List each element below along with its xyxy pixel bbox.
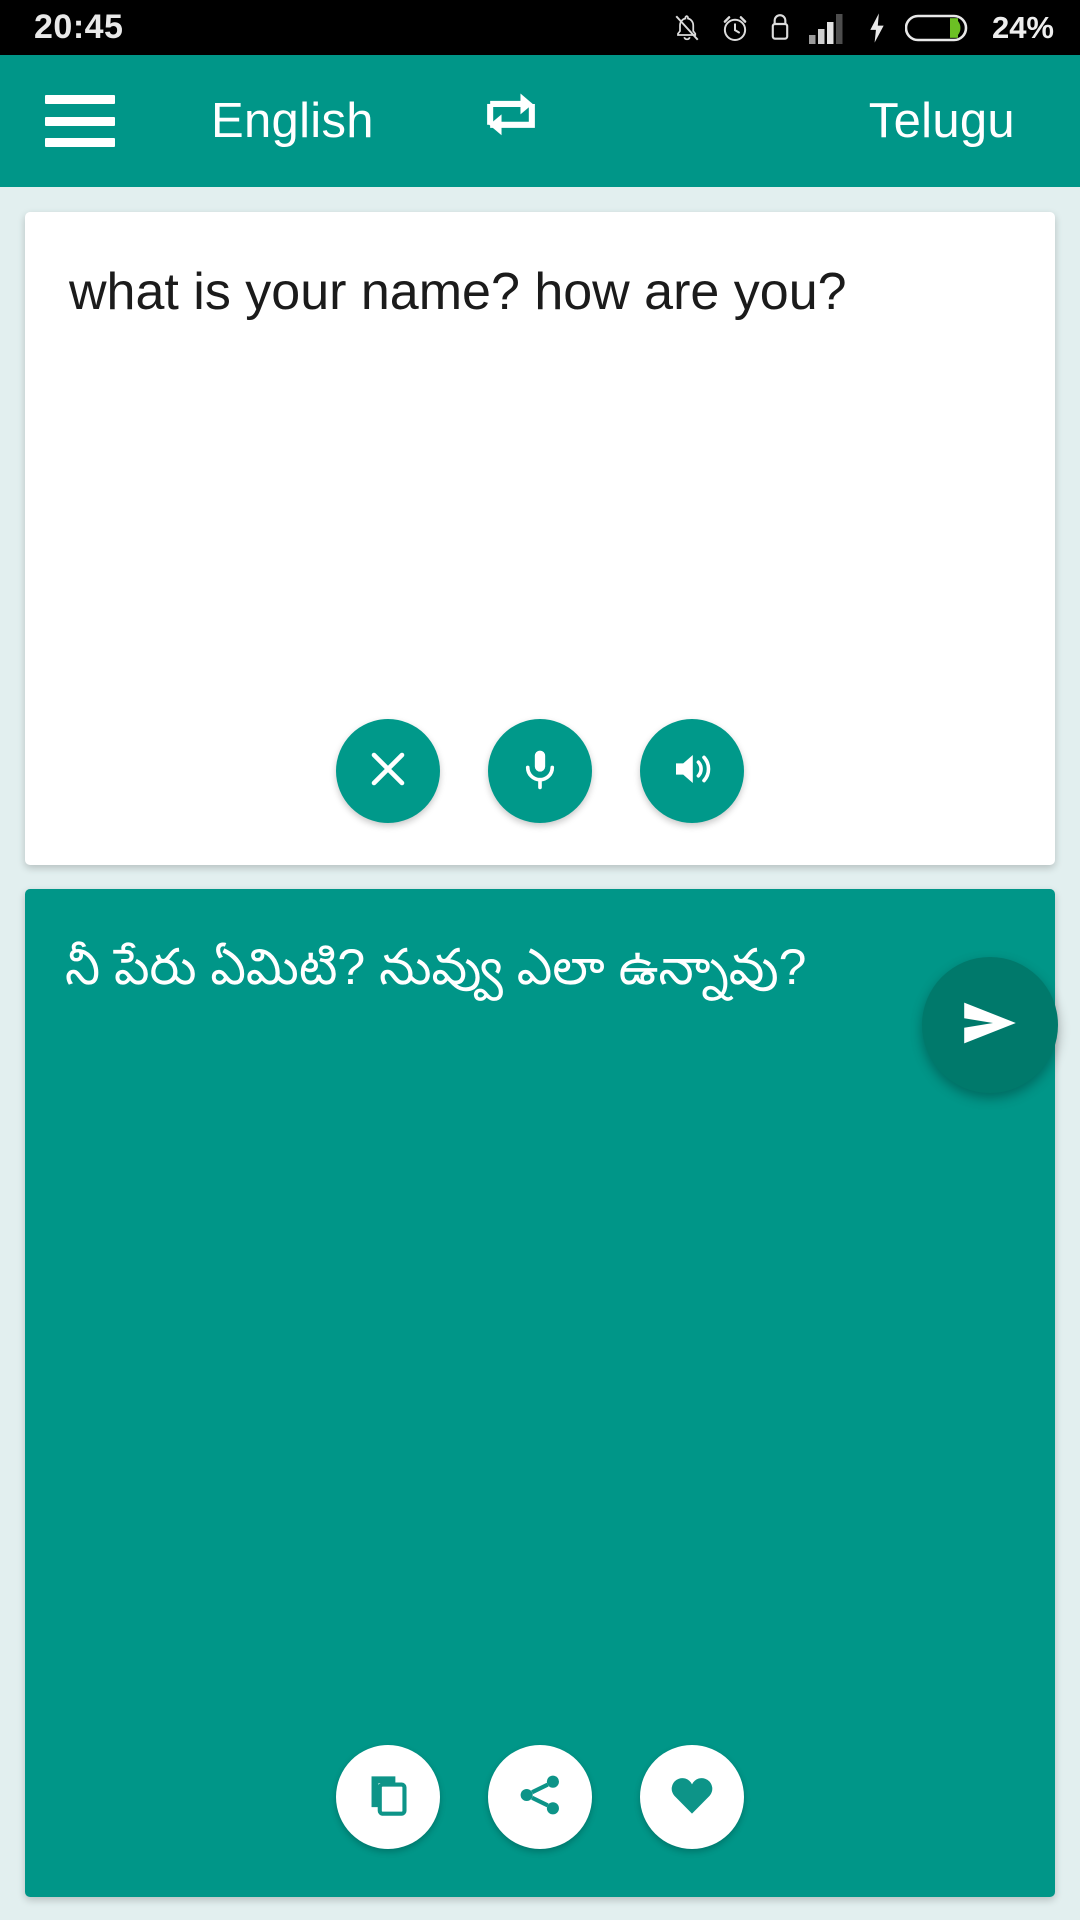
translation-screen: what is your name? how are you? నీ పేరు … [0, 187, 1080, 1920]
share-button[interactable] [488, 1745, 592, 1849]
battery-percent: 24% [991, 9, 1054, 45]
share-icon [515, 1770, 565, 1825]
send-button[interactable] [922, 957, 1058, 1093]
status-bar: 20:45 24% [0, 0, 1080, 55]
status-icons: 24% [672, 10, 1054, 46]
target-language-selector[interactable]: Telugu [869, 93, 1015, 149]
signal-bars-icon [808, 12, 849, 44]
speaker-icon [668, 745, 716, 798]
menu-line [45, 95, 115, 104]
microphone-icon [517, 746, 563, 797]
heart-icon [666, 1769, 718, 1826]
source-language-selector[interactable]: English [211, 93, 374, 149]
source-text-input[interactable]: what is your name? how are you? [25, 212, 1055, 325]
clear-button[interactable] [336, 719, 440, 823]
close-icon [364, 745, 412, 798]
app-toolbar: English Telugu [0, 55, 1080, 187]
target-actions [25, 1745, 1055, 1849]
mic-button[interactable] [488, 719, 592, 823]
source-text-card[interactable]: what is your name? how are you? [25, 212, 1055, 865]
source-actions [25, 719, 1055, 823]
usb-lock-icon [768, 11, 792, 45]
translated-text: నీ పేరు ఏమిటి? నువ్వు ఎలా ఉన్నావు? [65, 939, 807, 995]
target-text-card[interactable]: నీ పేరు ఏమిటి? నువ్వు ఎలా ఉన్నావు? [25, 889, 1055, 1897]
menu-icon[interactable] [45, 95, 115, 147]
swap-languages-icon[interactable] [478, 85, 544, 157]
send-icon [954, 987, 1026, 1064]
copy-button[interactable] [336, 1745, 440, 1849]
copy-icon [362, 1769, 414, 1826]
menu-line [45, 116, 115, 126]
bell-off-icon [672, 11, 702, 45]
alarm-clock-icon [719, 11, 751, 45]
battery-icon [904, 12, 971, 44]
speak-source-button[interactable] [640, 719, 744, 823]
status-time: 20:45 [34, 8, 124, 46]
charging-bolt-icon [866, 12, 888, 44]
favorite-button[interactable] [640, 1745, 744, 1849]
menu-line [45, 138, 115, 147]
